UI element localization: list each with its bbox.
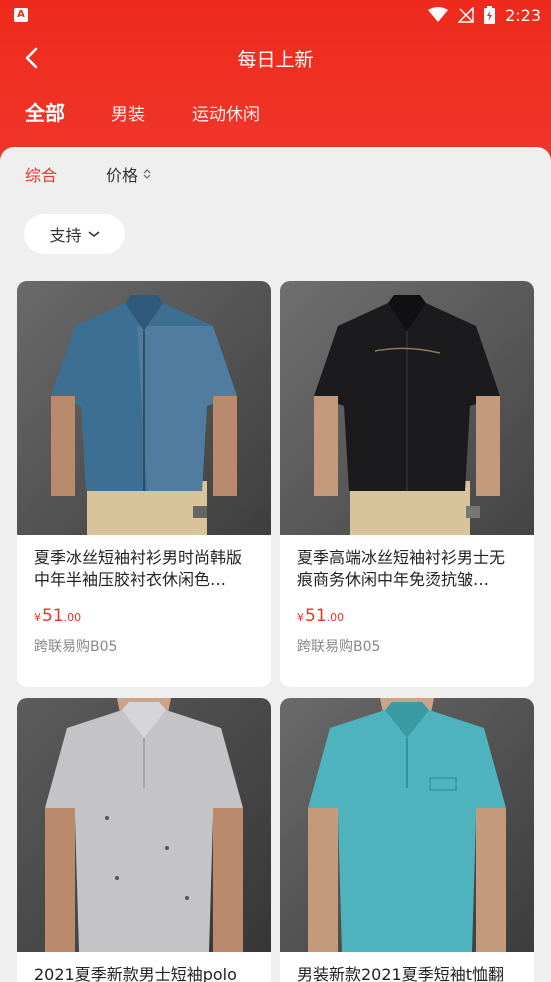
sort-bar: 综合 价格 bbox=[0, 147, 551, 199]
sort-comprehensive[interactable]: 综合 bbox=[25, 162, 57, 186]
tab-sports-casual[interactable]: 运动休闲 bbox=[192, 100, 260, 125]
battery-icon bbox=[484, 6, 496, 24]
price-integer: 51 bbox=[305, 606, 327, 626]
support-filter-label: 支持 bbox=[49, 226, 82, 245]
product-image bbox=[17, 281, 271, 535]
product-name: 夏季高端冰丝短袖衬衫男士无痕商务休闲中年免烫抗皱… bbox=[297, 548, 506, 589]
price-currency: ¥ bbox=[297, 611, 304, 624]
sort-price-label: 价格 bbox=[106, 166, 139, 185]
wifi-icon bbox=[428, 7, 449, 23]
price-decimal: .00 bbox=[63, 611, 82, 624]
status-bar: A 2:23 bbox=[0, 0, 551, 30]
product-image bbox=[280, 281, 534, 535]
status-time: 2:23 bbox=[505, 5, 541, 25]
store-name: 跨联易购B05 bbox=[34, 639, 118, 655]
sort-arrows-icon bbox=[143, 169, 151, 179]
category-tabs: 全部 男装 运动休闲 bbox=[0, 100, 551, 136]
main-content: 综合 价格 支持 夏季冰丝短袖衬衫男时尚韩版中年半袖压胶衬衣休闲色… ¥51.0… bbox=[0, 147, 551, 982]
tab-all[interactable]: 全部 bbox=[25, 97, 65, 126]
product-price: ¥51.00 bbox=[34, 606, 81, 626]
page-title: 每日上新 bbox=[237, 49, 314, 71]
product-image bbox=[17, 698, 271, 952]
product-image bbox=[280, 698, 534, 952]
product-card[interactable]: 夏季高端冰丝短袖衬衫男士无痕商务休闲中年免烫抗皱… ¥51.00 跨联易购B05 bbox=[280, 281, 534, 687]
chevron-down-icon bbox=[88, 231, 99, 238]
price-currency: ¥ bbox=[34, 611, 41, 624]
product-price: ¥51.00 bbox=[297, 606, 344, 626]
product-name: 男装新款2021夏季短袖t恤翻 bbox=[297, 965, 504, 982]
support-filter-chip[interactable]: 支持 bbox=[24, 214, 125, 254]
product-name: 2021夏季新款男士短袖polo bbox=[34, 965, 237, 982]
sort-price[interactable]: 价格 bbox=[106, 162, 152, 186]
product-name: 夏季冰丝短袖衬衫男时尚韩版中年半袖压胶衬衣休闲色… bbox=[34, 548, 243, 589]
product-card[interactable]: 2021夏季新款男士短袖polo bbox=[17, 698, 271, 982]
store-name: 跨联易购B05 bbox=[297, 639, 381, 655]
app-notification-icon: A bbox=[14, 8, 28, 22]
price-decimal: .00 bbox=[326, 611, 345, 624]
product-card[interactable]: 夏季冰丝短袖衬衫男时尚韩版中年半袖压胶衬衣休闲色… ¥51.00 跨联易购B05 bbox=[17, 281, 271, 687]
product-card[interactable]: 男装新款2021夏季短袖t恤翻 bbox=[280, 698, 534, 982]
sort-comprehensive-label: 综合 bbox=[25, 166, 58, 185]
tab-menswear[interactable]: 男装 bbox=[111, 100, 145, 125]
no-signal-icon bbox=[458, 7, 474, 23]
price-integer: 51 bbox=[42, 606, 64, 626]
